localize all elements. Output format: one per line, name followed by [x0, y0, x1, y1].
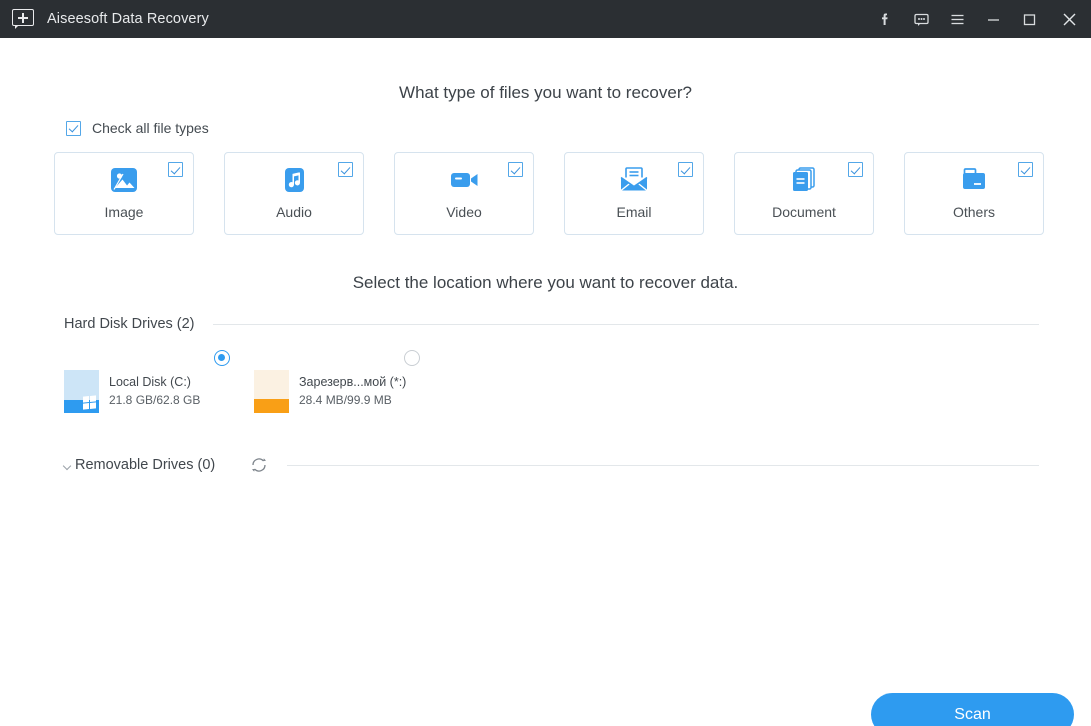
file-type-card-image[interactable]: Image — [54, 152, 194, 235]
drive-name: Зарезерв...мой (*:) — [299, 375, 407, 389]
chevron-icon[interactable] — [64, 461, 73, 470]
scan-button[interactable]: Scan — [871, 693, 1074, 726]
drive-info: Зарезерв...мой (*:) 28.4 MB/99.9 MB — [299, 370, 406, 409]
email-icon — [617, 164, 651, 196]
image-icon — [107, 164, 141, 196]
maximize-button[interactable] — [1011, 0, 1047, 38]
email-checkbox[interactable] — [678, 162, 693, 177]
main-content: What type of files you want to recover? … — [0, 38, 1091, 726]
others-checkbox[interactable] — [1018, 162, 1033, 177]
audio-icon — [277, 164, 311, 196]
file-type-cards: Image Audio Video Email Document Others — [54, 152, 1091, 235]
audio-checkbox[interactable] — [338, 162, 353, 177]
file-type-label: Others — [952, 204, 995, 220]
minimize-button[interactable] — [975, 0, 1011, 38]
drive-item-local-disk-c[interactable]: Local Disk (C:) 21.8 GB/62.8 GB — [64, 350, 230, 413]
app-logo-icon — [12, 9, 34, 29]
close-icon — [1063, 13, 1075, 25]
drive-info: Local Disk (C:) 21.8 GB/62.8 GB — [109, 370, 200, 409]
window-controls — [867, 0, 1091, 38]
check-all-checkbox[interactable] — [66, 120, 81, 136]
windows-drive-icon — [64, 370, 99, 413]
drive-icon — [254, 370, 289, 413]
facebook-icon — [882, 13, 888, 25]
divider — [287, 464, 1039, 466]
file-type-label: Audio — [276, 204, 312, 220]
removable-drives-label: Removable Drives (0) — [75, 457, 216, 473]
speech-bubble-icon — [913, 13, 929, 26]
check-all-label: Check all file types — [92, 120, 209, 136]
file-type-card-video[interactable]: Video — [394, 152, 534, 235]
hard-disk-drive-list: Local Disk (C:) 21.8 GB/62.8 GB Зарезерв… — [64, 350, 1091, 413]
file-type-card-email[interactable]: Email — [564, 152, 704, 235]
drive-name: Local Disk (C:) — [109, 375, 191, 389]
video-checkbox[interactable] — [508, 162, 523, 177]
file-type-card-document[interactable]: Document — [734, 152, 874, 235]
facebook-button[interactable] — [867, 0, 903, 38]
divider — [212, 323, 1039, 325]
file-type-label: Email — [616, 204, 652, 220]
minimize-icon — [987, 18, 999, 21]
image-checkbox[interactable] — [168, 162, 183, 177]
file-type-card-others[interactable]: Others — [904, 152, 1044, 235]
removable-drives-group-header[interactable]: Removable Drives (0) — [0, 455, 1091, 475]
hard-disk-drives-group-header[interactable]: Hard Disk Drives (2) — [0, 316, 1091, 332]
drive-radio[interactable] — [214, 350, 230, 366]
drive-size: 21.8 GB/62.8 GB — [109, 393, 201, 407]
app-title: Aiseesoft Data Recovery — [47, 11, 209, 27]
page-title: What type of files you want to recover? — [399, 83, 692, 102]
document-icon — [787, 164, 821, 196]
folder-icon — [957, 164, 991, 196]
file-type-label: Image — [104, 204, 144, 220]
drive-item-reserved[interactable]: Зарезерв...мой (*:) 28.4 MB/99.9 MB — [254, 350, 420, 413]
menu-button[interactable] — [939, 0, 975, 38]
file-type-label: Document — [772, 204, 836, 220]
video-icon — [447, 164, 481, 196]
title-bar: Aiseesoft Data Recovery — [0, 0, 1091, 38]
document-checkbox[interactable] — [848, 162, 863, 177]
check-all-file-types[interactable]: Check all file types — [66, 120, 1091, 136]
hamburger-menu-icon — [951, 14, 963, 24]
refresh-icon[interactable] — [249, 455, 269, 475]
feedback-button[interactable] — [903, 0, 939, 38]
file-type-card-audio[interactable]: Audio — [224, 152, 364, 235]
close-button[interactable] — [1047, 0, 1091, 38]
file-type-label: Video — [446, 204, 482, 220]
maximize-icon — [1023, 13, 1035, 25]
hard-disk-drives-label: Hard Disk Drives (2) — [64, 316, 195, 332]
location-title: Select the location where you want to re… — [352, 273, 739, 292]
drive-radio[interactable] — [404, 350, 420, 366]
drive-size: 28.4 MB/99.9 MB — [299, 393, 392, 407]
